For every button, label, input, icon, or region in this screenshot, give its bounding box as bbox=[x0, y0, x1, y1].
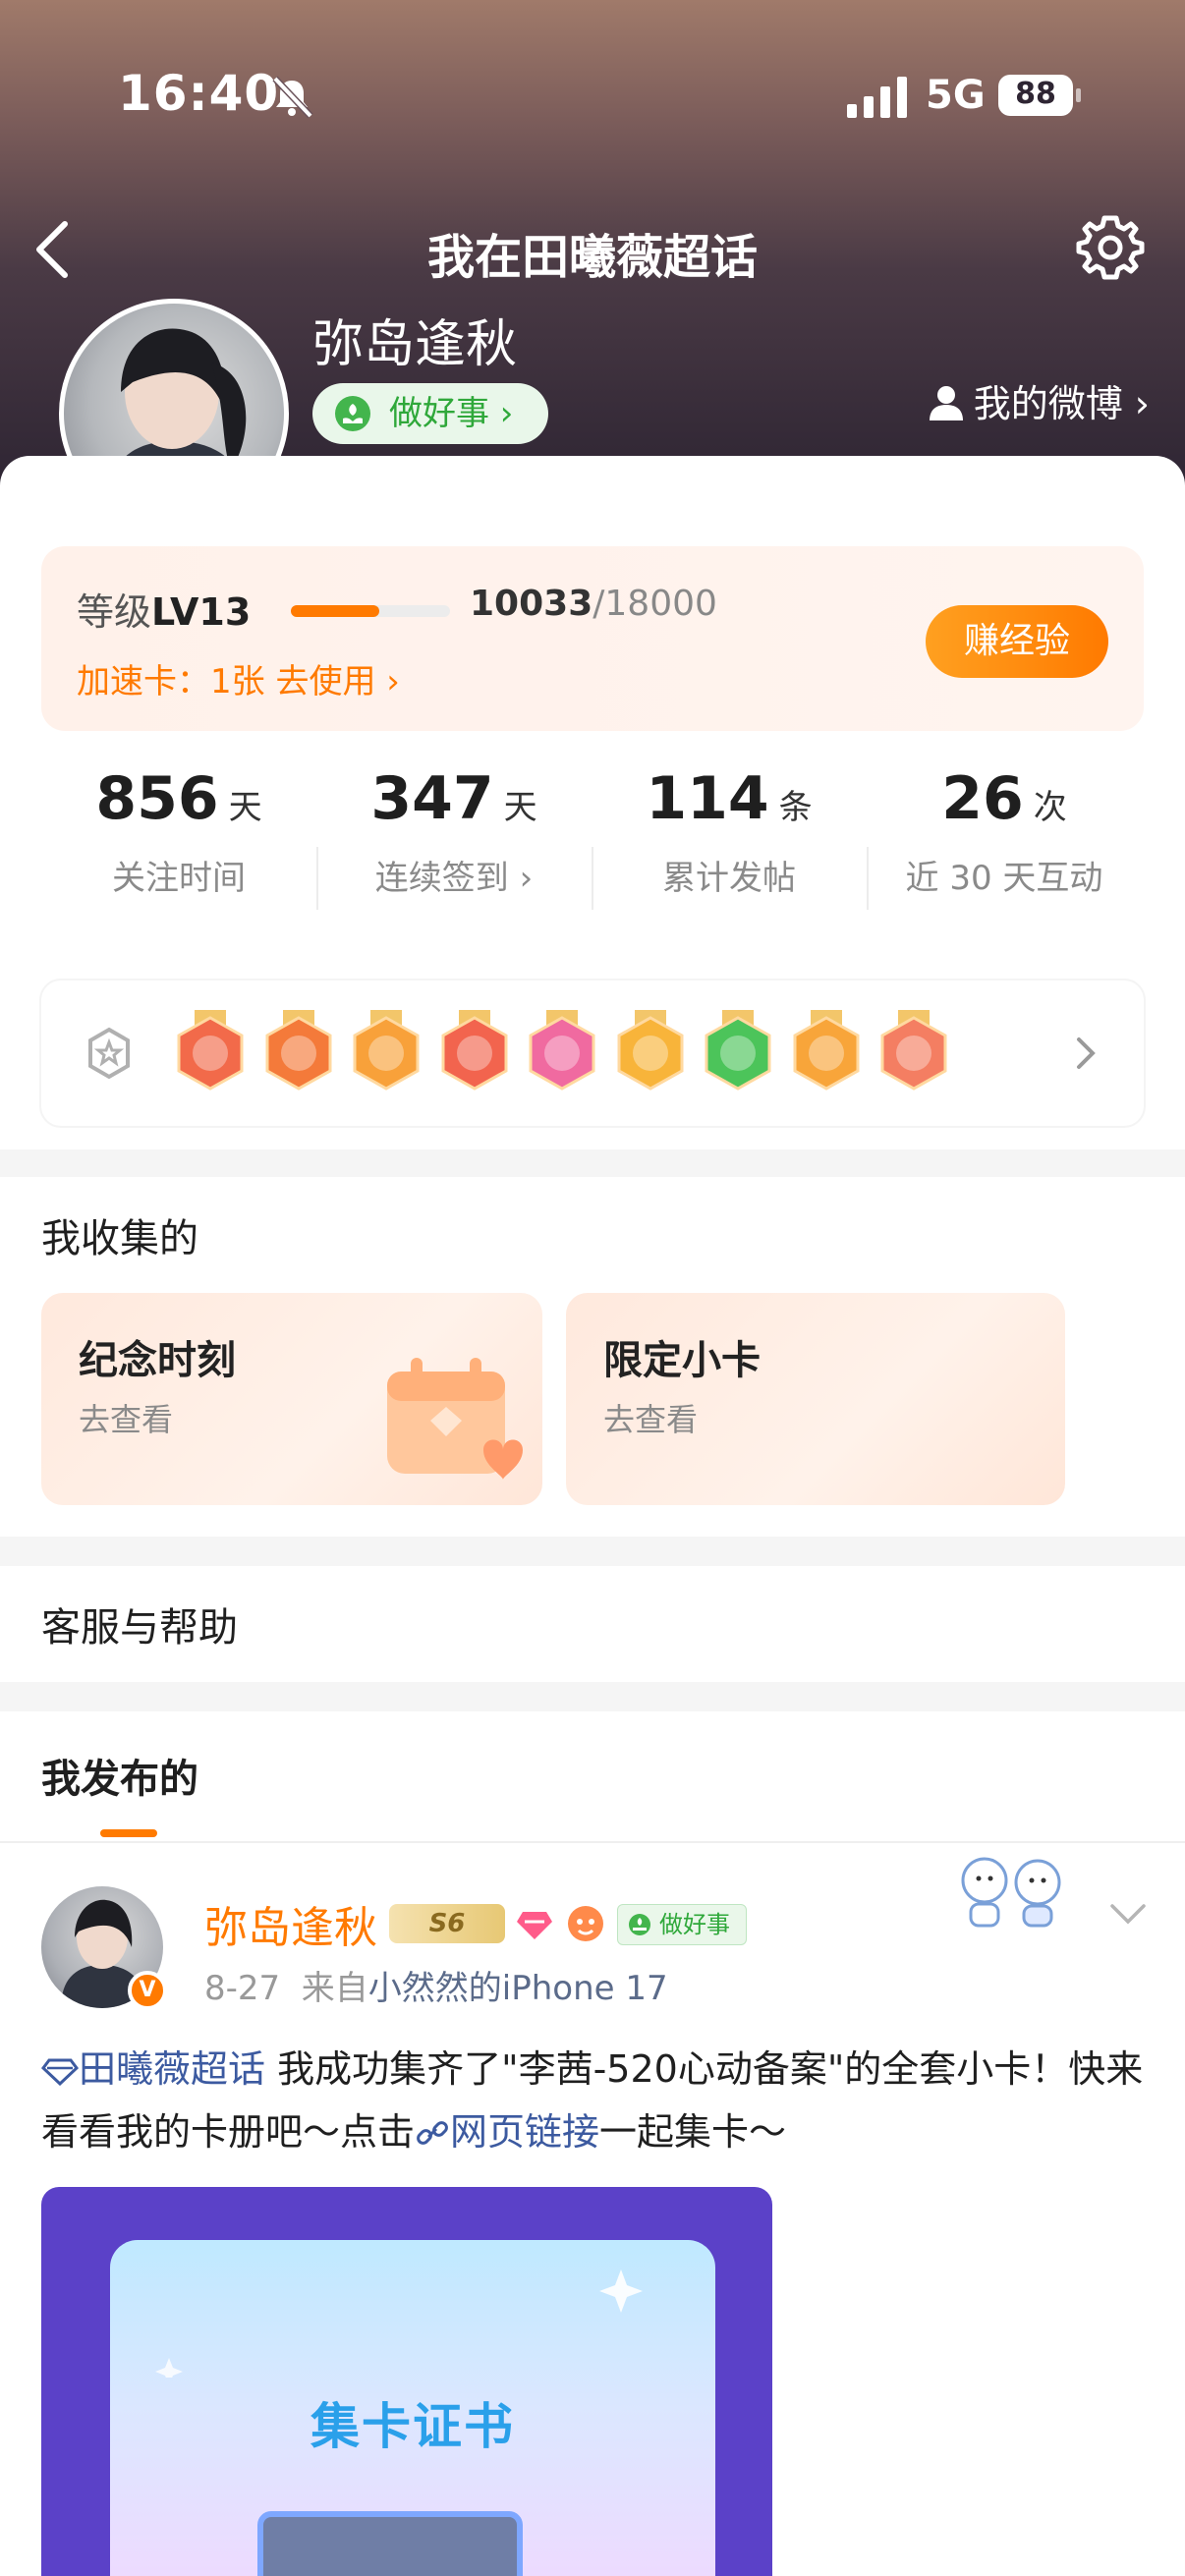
good-deed-label: 做好事 › bbox=[389, 394, 514, 433]
medal-hub-icon bbox=[88, 1027, 130, 1080]
stat-label: 连续签到 › bbox=[374, 859, 534, 898]
card-title: 限定小卡 bbox=[603, 1338, 761, 1383]
battery-icon: 88 bbox=[998, 75, 1081, 116]
collect-section-title: 我收集的 bbox=[41, 1216, 198, 1261]
post-date: 8-27 bbox=[204, 1969, 281, 2008]
help-row[interactable]: 客服与帮助 bbox=[0, 1566, 1185, 1674]
level-score: 10033/18000 bbox=[470, 584, 717, 624]
30-days-medal-icon bbox=[793, 1010, 859, 1091]
post-body: 田曦薇超话 我成功集齐了"李茜-520心动备案"的全套小卡！快来看看我的卡册吧～… bbox=[40, 2038, 1152, 2163]
hand-medal-icon bbox=[705, 1010, 771, 1091]
bear-sticker-icon bbox=[961, 1857, 1061, 1928]
link-chain-icon bbox=[417, 2121, 448, 2145]
card-subtitle: 去查看 bbox=[603, 1401, 699, 1438]
stat-checkin-streak[interactable]: 347 天 连续签到 › bbox=[316, 764, 592, 899]
my-weibo-link[interactable]: 我的微博 › bbox=[927, 373, 1150, 427]
score-current: 10033 bbox=[470, 584, 593, 624]
level-prefix: 等级 bbox=[77, 590, 152, 634]
earn-exp-button[interactable]: 赚经验 bbox=[926, 605, 1108, 678]
card-title: 纪念时刻 bbox=[79, 1338, 236, 1383]
stat-value: 114 bbox=[646, 764, 769, 833]
level-progress-bar bbox=[291, 605, 450, 617]
tab-my-posts[interactable]: 我发布的 bbox=[41, 1747, 198, 1804]
cellular-signal-icon bbox=[847, 77, 907, 118]
help-label: 客服与帮助 bbox=[41, 1605, 238, 1651]
charity-icon bbox=[629, 1914, 650, 1935]
network-type: 5G bbox=[926, 73, 986, 118]
level-progress-fill bbox=[291, 605, 380, 617]
section-gap bbox=[0, 1537, 1185, 1566]
person-icon bbox=[929, 386, 963, 420]
post-author-name[interactable]: 弥岛逢秋 bbox=[204, 1892, 377, 1955]
status-time: 16:40 bbox=[118, 65, 280, 122]
mascot-badge-icon[interactable] bbox=[566, 1904, 605, 1943]
post-verified-badge: V bbox=[128, 1971, 167, 2010]
certificate-photo bbox=[257, 2511, 523, 2576]
topic-tag-link[interactable]: 田曦薇超话 bbox=[79, 2047, 265, 2091]
section-gap bbox=[0, 1149, 1185, 1177]
charity-icon bbox=[335, 396, 370, 431]
100-days-medal-icon bbox=[265, 1010, 331, 1091]
cat-medal-icon bbox=[177, 1010, 244, 1091]
boost-card-link[interactable]: 加速卡：1张 去使用 › bbox=[77, 654, 400, 702]
tab-active-indicator bbox=[100, 1829, 157, 1837]
level-value: LV13 bbox=[151, 590, 252, 634]
level-s6-badge[interactable]: S6 bbox=[389, 1904, 505, 1943]
card-subtitle: 去查看 bbox=[79, 1401, 174, 1438]
crown-medal-icon bbox=[353, 1010, 420, 1091]
level-card: 等级LV13 10033/18000 加速卡：1张 去使用 › 赚经验 bbox=[41, 546, 1144, 731]
post-meta: 8-27 来自小然然的iPhone 17 bbox=[204, 1961, 668, 2009]
gesture-medal-icon bbox=[880, 1010, 947, 1091]
stat-value: 26 bbox=[941, 764, 1024, 833]
stat-value: 856 bbox=[95, 764, 219, 833]
battery-level: 88 bbox=[1015, 77, 1056, 111]
stat-label: 关注时间 bbox=[112, 859, 246, 898]
stat-follow-time: 856 天 关注时间 bbox=[41, 764, 316, 899]
post-text-part2: 一起集卡～ bbox=[599, 2110, 787, 2154]
certificate-title: 集卡证书 bbox=[310, 2398, 515, 2455]
level-label: 等级LV13 bbox=[77, 582, 251, 636]
stat-label: 近 30 天互动 bbox=[905, 859, 1103, 898]
post-chip-label: 做好事 bbox=[659, 1911, 730, 1938]
bell-muted-icon bbox=[272, 76, 313, 119]
post-from-label: 来自 bbox=[301, 1969, 368, 2008]
post-device[interactable]: 小然然的iPhone 17 bbox=[368, 1969, 668, 2008]
mascot-medal-icon bbox=[441, 1010, 507, 1091]
stat-unit: 天 bbox=[228, 788, 262, 827]
stat-value: 347 bbox=[370, 764, 494, 833]
stat-unit: 天 bbox=[503, 788, 537, 827]
collect-card-memorial[interactable]: 纪念时刻 去查看 bbox=[41, 1293, 542, 1505]
stat-interactions-30d: 26 次 近 30 天互动 bbox=[867, 764, 1142, 899]
good-deed-chip[interactable]: 做好事 › bbox=[312, 383, 548, 444]
hi-medal-icon bbox=[617, 1010, 683, 1091]
stat-label: 累计发帖 bbox=[662, 859, 796, 898]
status-bar: 16:40 5G 88 bbox=[0, 0, 1185, 196]
calendar-heart-icon bbox=[387, 1358, 523, 1480]
my-weibo-label: 我的微博 › bbox=[973, 382, 1150, 425]
chevron-down-icon[interactable] bbox=[1108, 1902, 1148, 1926]
chevron-right-icon[interactable] bbox=[1073, 1034, 1099, 1073]
supertopic-diamond-icon bbox=[40, 2058, 80, 2087]
profile-username: 弥岛逢秋 bbox=[312, 315, 518, 374]
score-total: /18000 bbox=[592, 584, 717, 624]
page-title: 我在田曦薇超话 bbox=[426, 230, 758, 285]
superfan-gem-badge-icon[interactable] bbox=[515, 1904, 554, 1943]
post-image-card[interactable]: 集卡证书 bbox=[41, 2187, 772, 2576]
certificate-panel: 集卡证书 bbox=[110, 2240, 715, 2576]
stat-unit: 条 bbox=[778, 788, 813, 827]
collect-card-limited[interactable]: 限定小卡 去查看 bbox=[566, 1293, 1065, 1505]
sparkle-decoration bbox=[155, 2269, 643, 2378]
section-gap bbox=[0, 1682, 1185, 1711]
tab-divider bbox=[0, 1841, 1185, 1843]
web-link[interactable]: 网页链接 bbox=[450, 2110, 599, 2154]
medal-wall[interactable] bbox=[41, 980, 1144, 1126]
stat-total-posts: 114 条 累计发帖 bbox=[592, 764, 867, 899]
stats-row: 856 天 关注时间 347 天 连续签到 › 114 条 累计发帖 26 次 近 30… bbox=[41, 764, 1144, 951]
post-good-deed-chip[interactable]: 做好事 bbox=[617, 1904, 747, 1945]
settings-gear-icon[interactable] bbox=[1075, 212, 1146, 283]
stat-unit: 次 bbox=[1033, 788, 1067, 827]
lv13-medal-icon bbox=[529, 1010, 595, 1091]
